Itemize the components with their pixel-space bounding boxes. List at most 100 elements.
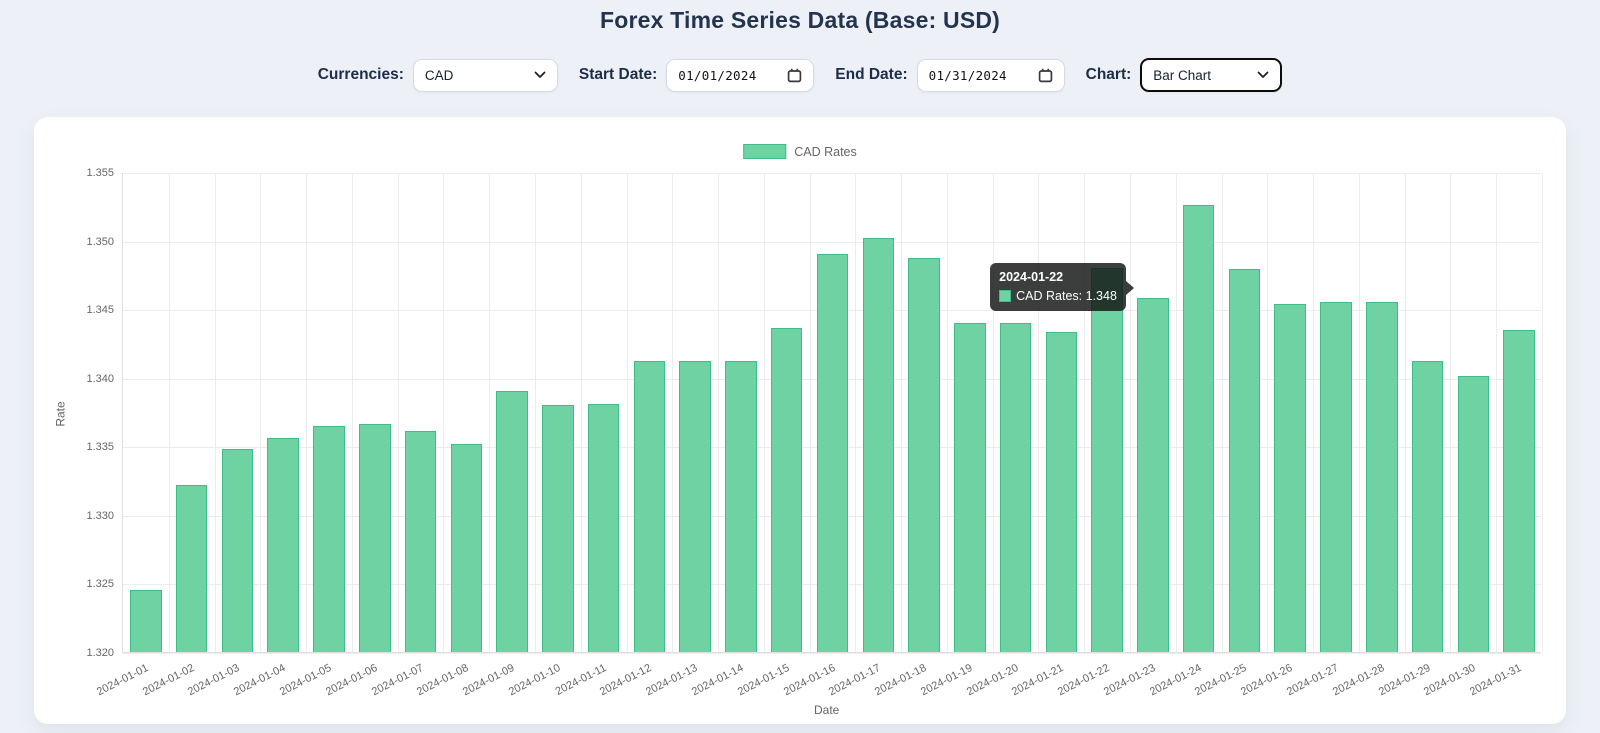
bar-2024-01-01[interactable] [130, 590, 162, 652]
page: Forex Time Series Data (Base: USD) Curre… [0, 0, 1600, 724]
v-gridline [718, 173, 720, 652]
tooltip-label: CAD Rates: 1.348 [1016, 289, 1117, 303]
tooltip-caret [1125, 281, 1134, 295]
y-tick-label: 1.340 [86, 372, 114, 385]
v-gridline [809, 173, 811, 652]
bar-2024-01-22[interactable] [1091, 268, 1123, 652]
bar-2024-01-30[interactable] [1457, 376, 1490, 652]
bar-2024-01-11[interactable] [587, 403, 620, 652]
y-tick-label: 1.320 [86, 647, 114, 659]
bar-2024-01-13[interactable] [679, 361, 711, 652]
v-gridline [1542, 173, 1543, 652]
bar-2024-01-29[interactable] [1411, 361, 1444, 652]
currency-select[interactable]: CAD [412, 58, 558, 92]
chart-type-label: Chart: [1085, 66, 1132, 83]
bar-2024-01-08[interactable] [450, 443, 483, 652]
legend-label: CAD Rates [794, 144, 857, 159]
bar-2024-01-07[interactable] [404, 431, 437, 652]
chevron-down-icon [1257, 71, 1269, 78]
bar-2024-01-23[interactable] [1137, 298, 1169, 652]
chart-type-select[interactable]: Bar Chart [1140, 58, 1283, 92]
y-tick-label: 1.335 [86, 441, 114, 454]
v-gridline [626, 173, 628, 652]
v-gridline [1038, 173, 1040, 652]
bar-2024-01-12[interactable] [633, 361, 666, 652]
v-gridline [1175, 173, 1177, 652]
end-date-value: 01/31/2024 [928, 67, 1007, 83]
end-date-input[interactable]: 01/31/2024 [916, 58, 1065, 92]
y-tick-label: 1.330 [86, 509, 114, 522]
v-gridline [306, 173, 308, 652]
v-gridline [1221, 173, 1223, 652]
tooltip-title: 2024-01-22 [999, 270, 1064, 284]
v-gridline [1084, 173, 1086, 652]
bar-2024-01-19[interactable] [954, 322, 986, 652]
bar-2024-01-04[interactable] [267, 438, 299, 652]
v-gridline [214, 173, 216, 652]
bar-2024-01-10[interactable] [542, 405, 574, 652]
v-gridline [672, 173, 674, 652]
bar-2024-01-18[interactable] [908, 258, 940, 652]
v-gridline [1358, 173, 1360, 652]
page-title: Forex Time Series Data (Base: USD) [599, 7, 1001, 33]
chevron-down-icon [534, 71, 546, 78]
v-gridline [1450, 173, 1452, 652]
end-date-label: End Date: [835, 66, 908, 83]
v-gridline [992, 173, 994, 652]
v-gridline [580, 173, 582, 652]
chart-tooltip: 2024-01-22 CAD Rates: 1.348 [990, 263, 1134, 311]
calendar-icon [788, 68, 802, 82]
chart-card: CAD Rates 1.320 1.325 1.330 1.335 1.340 1.345… [34, 117, 1566, 724]
bar-2024-01-24[interactable] [1182, 204, 1215, 652]
bar-2024-01-27[interactable] [1320, 302, 1352, 652]
currency-select-value: CAD [424, 67, 454, 83]
v-gridline [489, 173, 491, 652]
bar-2024-01-21[interactable] [1045, 332, 1078, 652]
h-gridline [123, 173, 1541, 174]
start-date-value: 01/01/2024 [678, 67, 757, 83]
bar-2024-01-14[interactable] [725, 361, 757, 652]
v-gridline [397, 173, 399, 652]
y-tick-label: 1.355 [86, 167, 114, 179]
v-gridline [1404, 173, 1406, 652]
x-tick-label: 2024-01-01 [94, 662, 151, 699]
bar-2024-01-05[interactable] [313, 425, 345, 652]
y-tick-label: 1.325 [86, 578, 114, 591]
bar-2024-01-20[interactable] [999, 322, 1032, 652]
bar-2024-01-28[interactable] [1366, 302, 1398, 652]
bar-2024-01-16[interactable] [816, 254, 849, 652]
bar-2024-01-03[interactable] [221, 449, 254, 652]
v-gridline [260, 173, 262, 652]
v-gridline [443, 173, 445, 652]
bar-2024-01-17[interactable] [862, 237, 895, 652]
x-axis-title: Date [814, 703, 840, 717]
start-date-input[interactable]: 01/01/2024 [666, 58, 815, 92]
v-gridline [901, 173, 903, 652]
start-date-label: Start Date: [578, 66, 658, 83]
currencies-label: Currencies: [317, 66, 404, 83]
v-gridline [351, 173, 353, 652]
bar-2024-01-31[interactable] [1503, 329, 1535, 652]
x-tick: 2024-01-31 [1468, 658, 1574, 698]
v-gridline [1267, 173, 1269, 652]
v-gridline [855, 173, 857, 652]
v-gridline [946, 173, 948, 652]
y-axis-title: Rate [53, 401, 68, 427]
bar-2024-01-15[interactable] [770, 328, 803, 652]
v-gridline [534, 173, 536, 652]
h-gridline [123, 653, 1541, 654]
legend-item-cad-rates[interactable]: CAD Rates [743, 144, 857, 159]
bar-2024-01-09[interactable] [496, 391, 528, 652]
calendar-icon [1038, 68, 1052, 82]
bar-2024-01-02[interactable] [175, 484, 208, 652]
v-gridline [763, 173, 765, 652]
plot-area [122, 173, 1543, 654]
controls-bar: Currencies: CAD Start Date: 01/01/2024 E… [0, 58, 1600, 92]
bar-2024-01-26[interactable] [1274, 303, 1306, 652]
h-gridline [123, 241, 1541, 243]
bar-2024-01-25[interactable] [1228, 269, 1261, 652]
v-gridline [168, 173, 170, 652]
bar-2024-01-06[interactable] [359, 424, 391, 652]
tooltip-color-swatch [999, 290, 1012, 302]
legend-color-box [743, 144, 787, 159]
